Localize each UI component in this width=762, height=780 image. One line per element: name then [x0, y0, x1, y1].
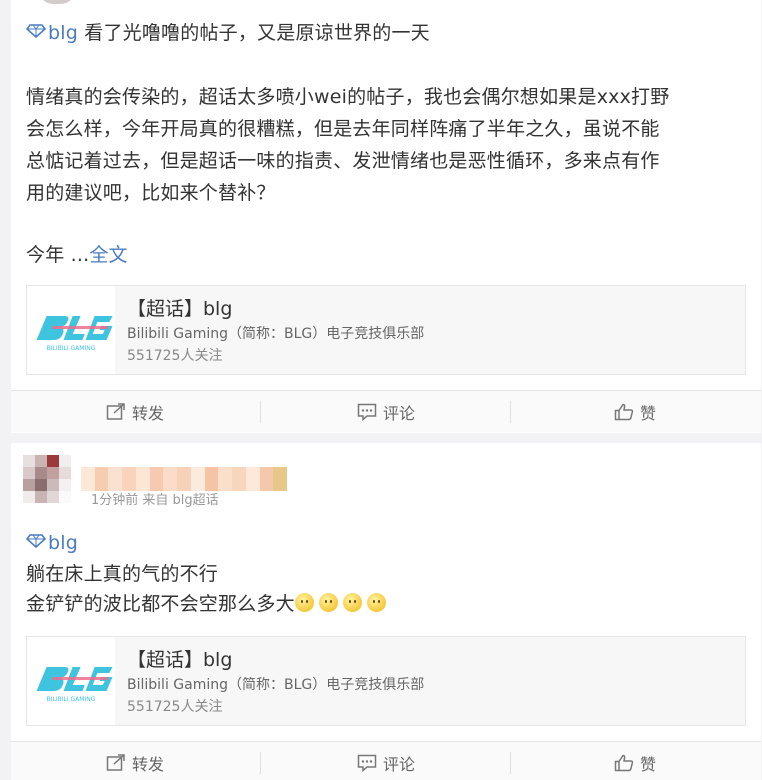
body-line-last: 今年 ...全文 [26, 239, 128, 271]
smile-emoji-icon [366, 593, 386, 612]
super-topic-followers: 551725人关注 [127, 348, 223, 364]
super-topic-desc: Bilibili Gaming（简称：BLG）电子竞技俱乐部 [127, 326, 425, 342]
post-card-1: blg 看了光噜噜的帖子，又是原谅世界的一天 情绪真的会传染的，超话太多喷小we… [11, 0, 761, 433]
smile-emoji-icon [294, 593, 314, 612]
divider [260, 752, 261, 774]
blg-logo: BILIBILI GAMING [27, 286, 115, 374]
truncated-text: 今年 ... [26, 244, 90, 266]
divider [260, 401, 261, 423]
body-line: 用的建议吧，比如来个替补？ [26, 182, 276, 204]
divider [510, 401, 511, 423]
svg-text:BILIBILI GAMING: BILIBILI GAMING [47, 696, 96, 703]
comment-icon [357, 754, 377, 772]
username[interactable] [81, 467, 288, 491]
avatar[interactable] [23, 455, 71, 503]
post-headline: blg 看了光噜噜的帖子，又是原谅世界的一天 [25, 16, 430, 49]
like-label: 赞 [640, 404, 657, 423]
body-line: 躺在床上真的气的不行 [26, 563, 219, 585]
like-button[interactable]: 赞 [614, 742, 656, 780]
action-bar: 转发 评论 赞 [11, 741, 761, 780]
post-card-2: 1分钟前 来自 blg超话 blg 躺在床上真的气的不行 金铲铲的波比都不会空那… [11, 443, 761, 780]
comment-label: 评论 [383, 404, 416, 423]
repost-button[interactable]: 转发 [106, 391, 164, 433]
post-topic-line: blg [25, 526, 78, 559]
super-topic-card[interactable]: BILIBILI GAMING 【超话】blg Bilibili Gaming（… [26, 285, 746, 375]
super-topic-diamond-icon [25, 526, 47, 549]
post-meta: 1分钟前 来自 blg超话 [91, 493, 219, 508]
repost-icon [106, 754, 125, 771]
blg-logo: BILIBILI GAMING [27, 637, 115, 725]
smile-emoji-icon [342, 593, 362, 612]
like-label: 赞 [640, 755, 657, 774]
svg-text:BILIBILI GAMING: BILIBILI GAMING [47, 345, 96, 352]
body-line: 情绪真的会传染的，超话太多喷小wei的帖子，我也会偶尔想如果是xxx打野 [26, 86, 670, 108]
divider [510, 752, 511, 774]
body-text: 金铲铲的波比都不会空那么多大 [26, 593, 295, 615]
comment-label: 评论 [383, 755, 416, 774]
comment-button[interactable]: 评论 [357, 742, 415, 780]
avatar[interactable] [39, 0, 75, 4]
super-topic-desc: Bilibili Gaming（简称：BLG）电子竞技俱乐部 [127, 677, 425, 693]
super-topic-card[interactable]: BILIBILI GAMING 【超话】blg Bilibili Gaming（… [26, 636, 746, 726]
like-button[interactable]: 赞 [614, 391, 656, 433]
super-topic-title: 【超话】blg [127, 649, 233, 671]
thumbs-up-icon [614, 403, 634, 421]
full-text-link[interactable]: 全文 [89, 244, 127, 266]
action-bar: 转发 评论 赞 [11, 390, 761, 432]
topic-link[interactable]: blg [48, 22, 78, 44]
repost-label: 转发 [132, 404, 165, 423]
smile-emoji-icon [318, 593, 338, 612]
repost-label: 转发 [132, 755, 165, 774]
body-line: 会怎么样，今年开局真的很糟糕，但是去年同样阵痛了半年之久，虽说不能 [26, 118, 660, 140]
comment-icon [357, 403, 377, 421]
super-topic-diamond-icon [25, 16, 47, 39]
comment-button[interactable]: 评论 [357, 391, 415, 433]
body-line: 总惦记着过去，但是超话一味的指责、发泄情绪也是恶性循环，多来点有作 [26, 150, 660, 172]
repost-button[interactable]: 转发 [106, 742, 164, 780]
super-topic-title: 【超话】blg [127, 298, 233, 320]
body-line: 金铲铲的波比都不会空那么多大 [26, 588, 391, 620]
topic-link[interactable]: blg [48, 532, 78, 554]
repost-icon [106, 403, 125, 420]
headline-text: 看了光噜噜的帖子，又是原谅世界的一天 [78, 22, 430, 44]
super-topic-followers: 551725人关注 [127, 699, 223, 715]
thumbs-up-icon [614, 754, 634, 772]
